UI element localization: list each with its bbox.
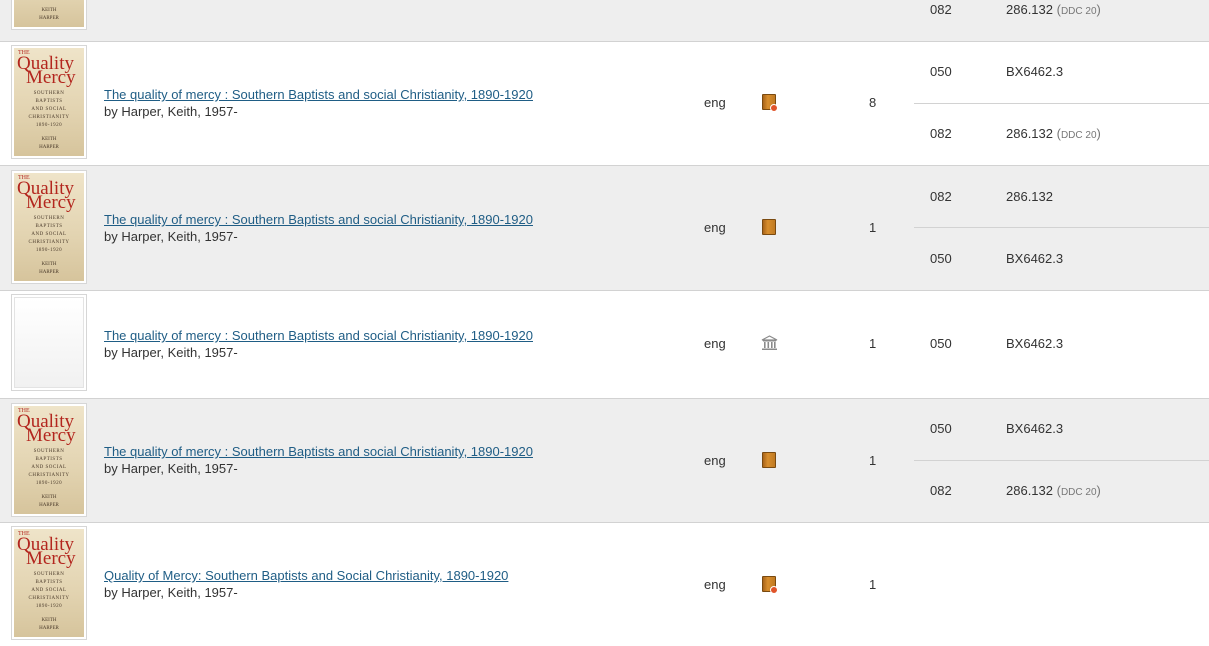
classification-code: 050 — [930, 251, 952, 266]
result-row: THE Quality Mercy SOUTHERN BAPTISTS AND SO… — [0, 523, 1209, 646]
book-cover-thumbnail[interactable]: THE Quality Mercy SOUTHERN BAPTISTS AND SO… — [11, 526, 87, 640]
classification-code: 082 — [930, 126, 952, 141]
classification-code: 082 — [930, 2, 952, 17]
classification-value: 286.132 (DDC 20) — [1006, 483, 1101, 498]
book-cover-thumbnail[interactable]: THE Quality Mercy SOUTHERN BAPTISTS AND SO… — [11, 403, 87, 517]
classification-code: 050 — [930, 421, 952, 436]
book-icon[interactable] — [762, 219, 776, 235]
cover-art: THE Quality Mercy SOUTHERN BAPTISTS AND SO… — [14, 173, 84, 281]
classification-value: 286.132 — [1006, 189, 1053, 204]
book-cover-thumbnail[interactable] — [11, 294, 87, 391]
classification-divider — [914, 103, 1209, 104]
cover-art: THE Quality Mercy SOUTHERN BAPTISTS AND SO… — [14, 48, 84, 156]
result-author: by Harper, Keith, 1957- — [104, 104, 238, 119]
classification-value: BX6462.3 — [1006, 251, 1064, 266]
ebook-icon[interactable] — [762, 576, 778, 594]
result-author: by Harper, Keith, 1957- — [104, 229, 238, 244]
result-author: by Harper, Keith, 1957- — [104, 585, 238, 600]
book-cover-thumbnail[interactable]: THE Quality Mercy SOUTHERN BAPTISTS AND SO… — [11, 45, 87, 159]
book-cover-thumbnail[interactable]: KEITH HARPER — [11, 0, 87, 30]
language-code: eng — [704, 577, 726, 592]
holdings-count: 8 — [869, 95, 877, 110]
classification-code: 050 — [930, 336, 952, 351]
result-author: by Harper, Keith, 1957- — [104, 345, 238, 360]
classification-value: 286.132 (DDC 20) — [1006, 126, 1101, 141]
cover-art: THE Quality Mercy SOUTHERN BAPTISTS AND SO… — [14, 529, 84, 637]
language-code: eng — [704, 336, 726, 351]
holdings-count: 1 — [869, 453, 877, 468]
ebook-icon[interactable] — [762, 94, 778, 112]
classification-code: 050 — [930, 64, 952, 79]
result-row: KEITH HARPER 082 286.132 (DDC 20) — [0, 0, 1209, 42]
result-row: THE Quality Mercy SOUTHERN BAPTISTS AND SO… — [0, 42, 1209, 166]
result-row: The quality of mercy : Southern Baptists… — [0, 291, 1209, 399]
result-author: by Harper, Keith, 1957- — [104, 461, 238, 476]
result-title-link[interactable]: The quality of mercy : Southern Baptists… — [104, 328, 533, 343]
classification-value: BX6462.3 — [1006, 421, 1064, 436]
classification-code: 082 — [930, 483, 952, 498]
cover-art: KEITH HARPER — [14, 0, 84, 27]
language-code: eng — [704, 453, 726, 468]
classification-divider — [914, 227, 1209, 228]
result-title-link[interactable]: The quality of mercy : Southern Baptists… — [104, 444, 533, 459]
classification-value: BX6462.3 — [1006, 336, 1064, 351]
book-cover-thumbnail[interactable]: THE Quality Mercy SOUTHERN BAPTISTS AND SO… — [11, 170, 87, 284]
cover-placeholder — [14, 297, 84, 388]
classification-code: 082 — [930, 189, 952, 204]
holdings-count: 1 — [869, 577, 877, 592]
language-code: eng — [704, 220, 726, 235]
holdings-count: 1 — [869, 336, 877, 351]
result-row: THE Quality Mercy SOUTHERN BAPTISTS AND SO… — [0, 166, 1209, 291]
language-code: eng — [704, 95, 726, 110]
result-title-link[interactable]: Quality of Mercy: Southern Baptists and … — [104, 568, 508, 583]
classification-divider — [914, 460, 1209, 461]
classification-value: BX6462.3 — [1006, 64, 1064, 79]
holdings-count: 1 — [869, 220, 877, 235]
classification-value: 286.132 (DDC 20) — [1006, 2, 1101, 17]
result-row: THE Quality Mercy SOUTHERN BAPTISTS AND SO… — [0, 399, 1209, 523]
result-title-link[interactable]: The quality of mercy : Southern Baptists… — [104, 212, 533, 227]
archive-material-icon[interactable] — [761, 335, 778, 351]
cover-art: THE Quality Mercy SOUTHERN BAPTISTS AND SO… — [14, 406, 84, 514]
book-icon[interactable] — [762, 452, 776, 468]
result-title-link[interactable]: The quality of mercy : Southern Baptists… — [104, 87, 533, 102]
